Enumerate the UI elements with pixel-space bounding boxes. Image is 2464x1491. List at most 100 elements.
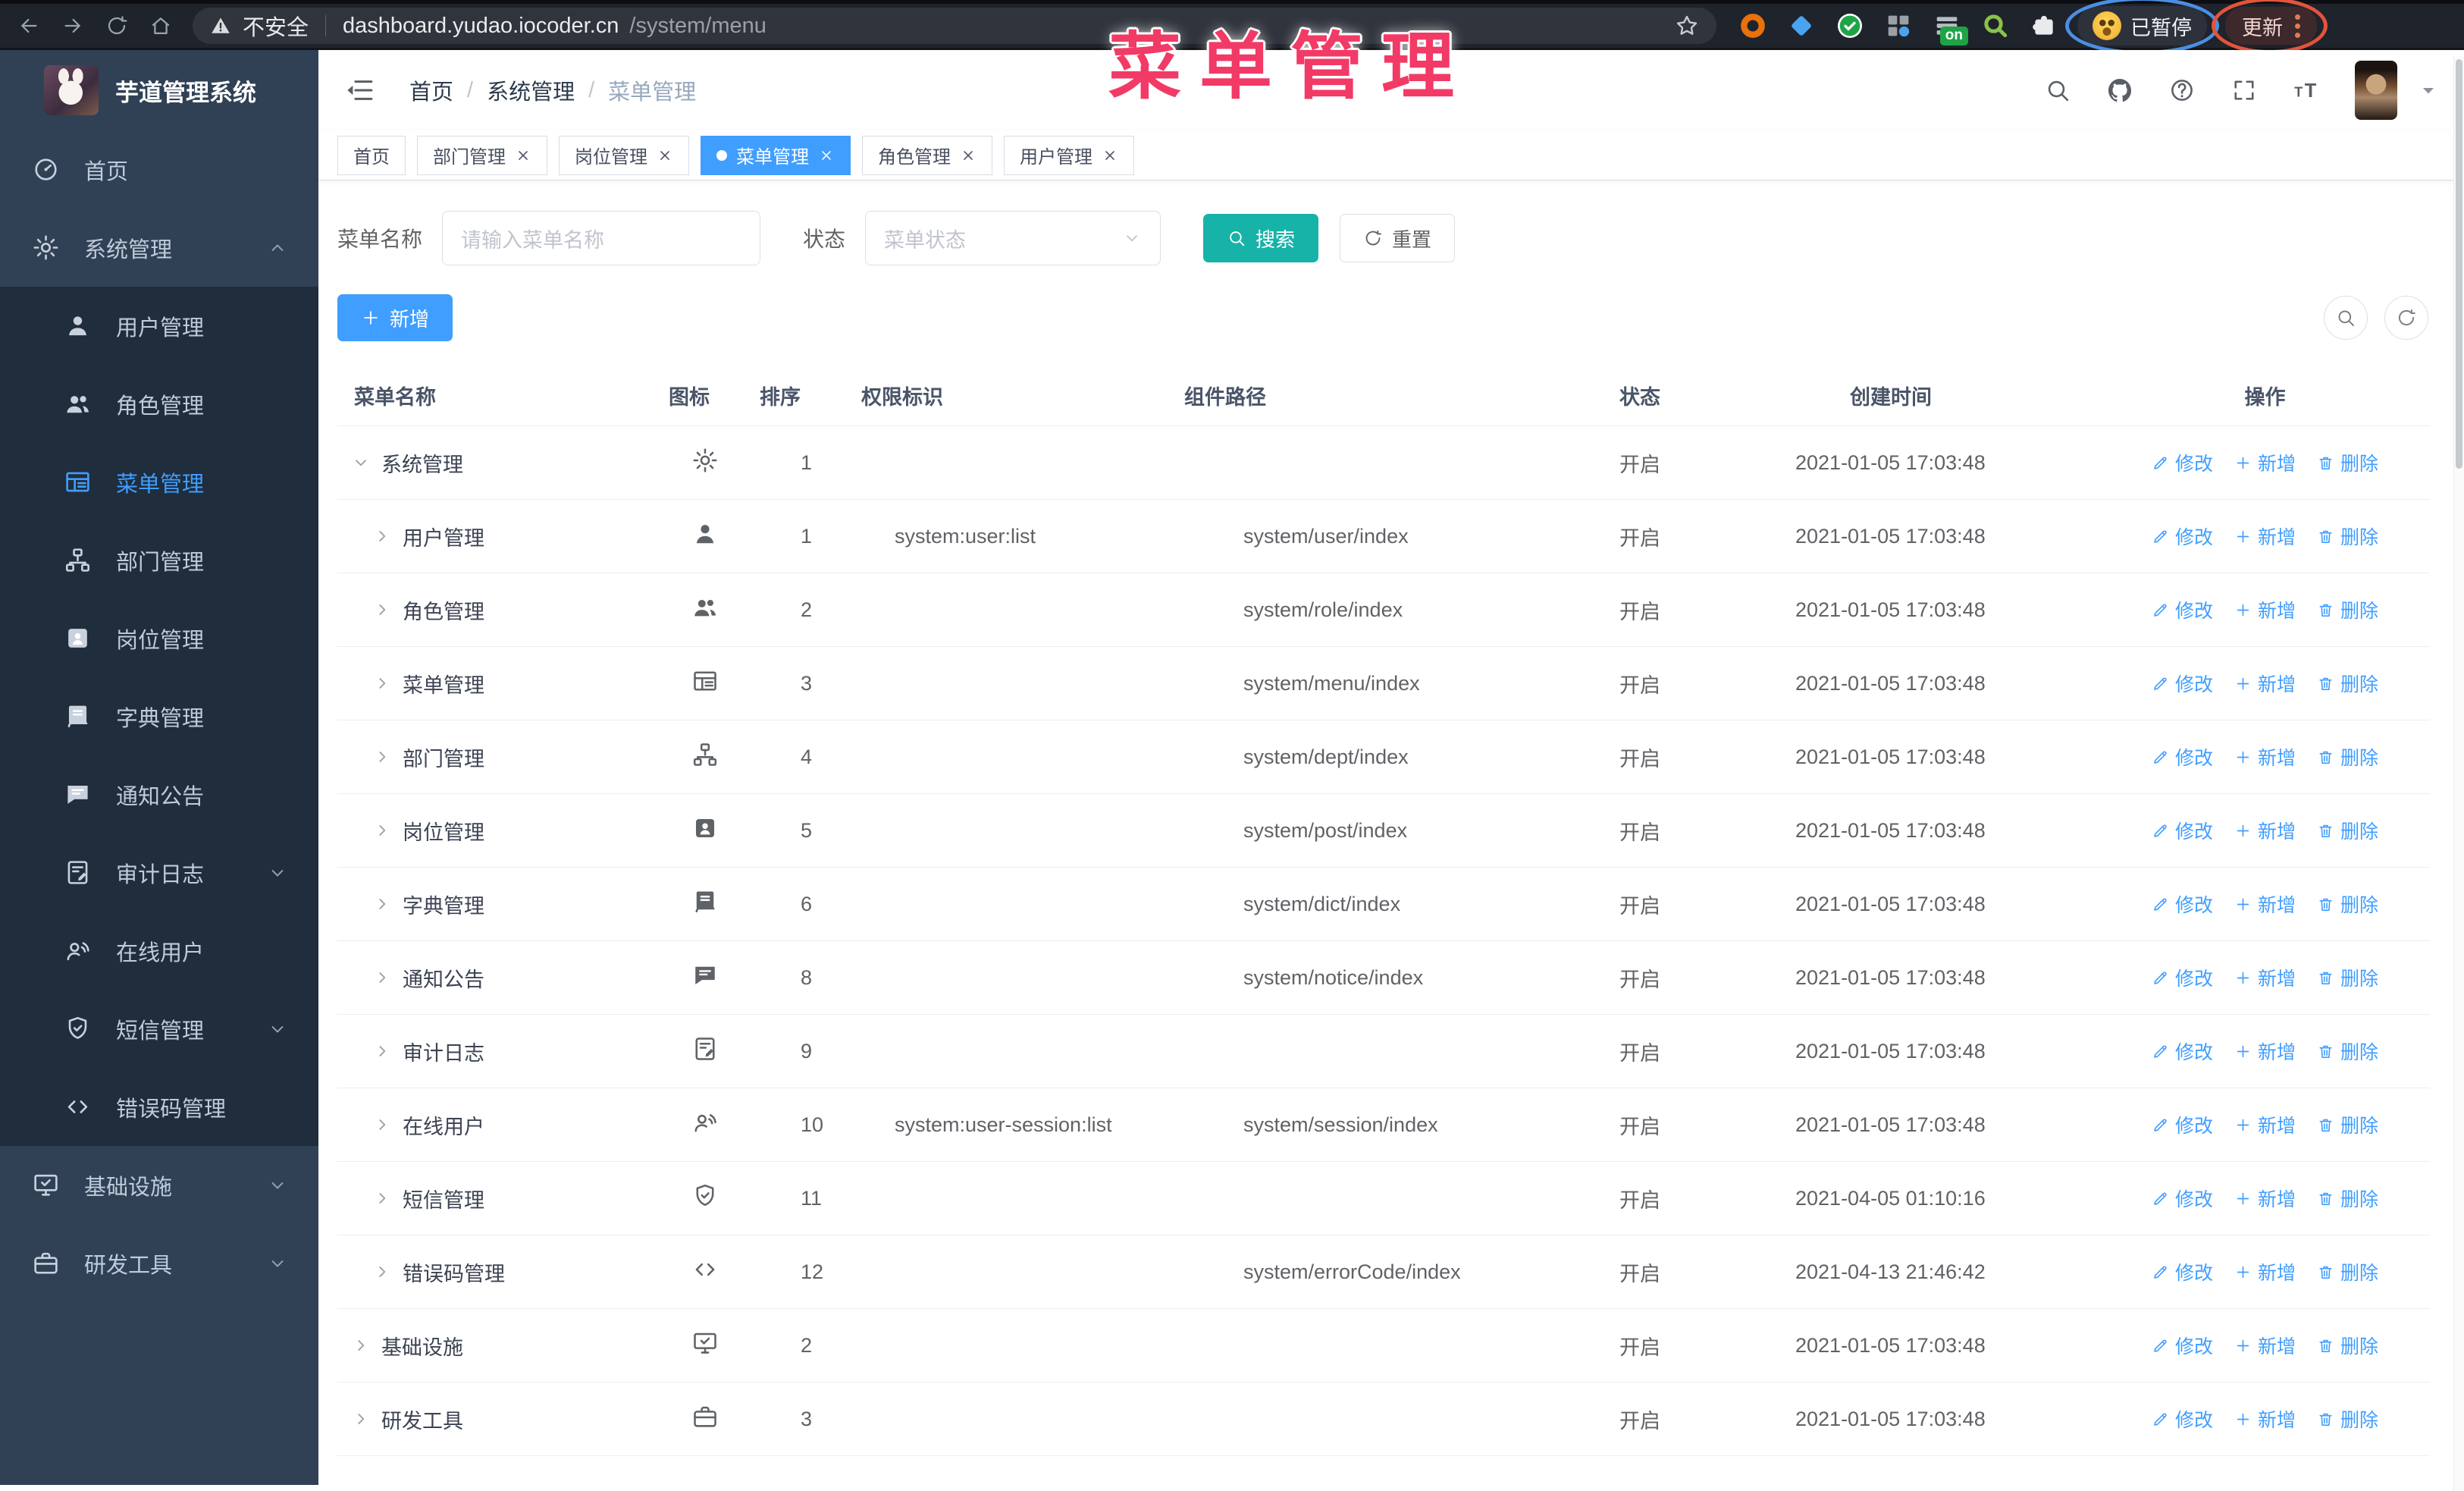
sidebar-item-角色管理[interactable]: 角色管理 xyxy=(0,365,318,443)
search-icon[interactable] xyxy=(2044,77,2071,104)
close-icon[interactable] xyxy=(515,147,531,164)
edit-link[interactable]: 修改 xyxy=(2152,1332,2213,1359)
add-link[interactable]: 新增 xyxy=(2234,743,2296,771)
kebab-menu-icon[interactable] xyxy=(2295,14,2300,38)
add-link[interactable]: 新增 xyxy=(2234,523,2296,550)
delete-link[interactable]: 删除 xyxy=(2317,1405,2378,1433)
add-link[interactable]: 新增 xyxy=(2234,449,2296,476)
hamburger-icon[interactable] xyxy=(344,74,376,106)
delete-link[interactable]: 删除 xyxy=(2317,449,2378,476)
chevron-right-icon[interactable] xyxy=(372,526,392,546)
edit-link[interactable]: 修改 xyxy=(2152,596,2213,623)
chevron-right-icon[interactable] xyxy=(372,1041,392,1061)
edit-link[interactable]: 修改 xyxy=(2152,964,2213,991)
chevron-right-icon[interactable] xyxy=(372,747,392,767)
delete-link[interactable]: 删除 xyxy=(2317,596,2378,623)
sidebar-item-用户管理[interactable]: 用户管理 xyxy=(0,287,318,365)
chevron-right-icon[interactable] xyxy=(372,1262,392,1282)
delete-link[interactable]: 删除 xyxy=(2317,1185,2378,1212)
delete-link[interactable]: 删除 xyxy=(2317,670,2378,697)
scrollbar-thumb[interactable] xyxy=(2456,59,2462,469)
avatar[interactable] xyxy=(2355,61,2397,120)
delete-link[interactable]: 删除 xyxy=(2317,1332,2378,1359)
github-icon[interactable] xyxy=(2106,77,2133,104)
extension-stack-icon[interactable]: on xyxy=(1932,11,1968,46)
sidebar-item-首页[interactable]: 首页 xyxy=(0,130,318,209)
add-link[interactable]: 新增 xyxy=(2234,1405,2296,1433)
forward-icon[interactable] xyxy=(56,9,89,42)
add-link[interactable]: 新增 xyxy=(2234,1185,2296,1212)
edit-link[interactable]: 修改 xyxy=(2152,890,2213,918)
add-link[interactable]: 新增 xyxy=(2234,670,2296,697)
add-link[interactable]: 新增 xyxy=(2234,596,2296,623)
edit-link[interactable]: 修改 xyxy=(2152,1405,2213,1433)
chevron-right-icon[interactable] xyxy=(351,1336,371,1355)
chevron-right-icon[interactable] xyxy=(372,1115,392,1135)
sidebar-item-字典管理[interactable]: 字典管理 xyxy=(0,677,318,755)
sidebar-item-审计日志[interactable]: 审计日志 xyxy=(0,833,318,912)
tab-菜单管理[interactable]: 菜单管理 xyxy=(701,135,851,175)
home-icon[interactable] xyxy=(144,9,177,42)
bookmark-star-icon[interactable] xyxy=(1674,13,1700,39)
chevron-right-icon[interactable] xyxy=(372,821,392,840)
delete-link[interactable]: 删除 xyxy=(2317,817,2378,844)
sidebar-item-部门管理[interactable]: 部门管理 xyxy=(0,521,318,599)
add-link[interactable]: 新增 xyxy=(2234,1332,2296,1359)
add-link[interactable]: 新增 xyxy=(2234,1258,2296,1285)
close-icon[interactable] xyxy=(960,147,977,164)
search-button[interactable]: 搜索 xyxy=(1203,214,1319,262)
tab-岗位管理[interactable]: 岗位管理 xyxy=(559,135,689,175)
breadcrumb-item[interactable]: 系统管理 xyxy=(487,74,575,106)
back-icon[interactable] xyxy=(12,9,45,42)
delete-link[interactable]: 删除 xyxy=(2317,890,2378,918)
delete-link[interactable]: 删除 xyxy=(2317,1037,2378,1065)
chevron-right-icon[interactable] xyxy=(372,673,392,693)
refresh-table-button[interactable] xyxy=(2384,296,2428,340)
toggle-search-button[interactable] xyxy=(2324,296,2368,340)
tab-首页[interactable]: 首页 xyxy=(337,135,406,175)
chevron-right-icon[interactable] xyxy=(351,1409,371,1429)
add-button[interactable]: 新增 xyxy=(337,294,453,341)
edit-link[interactable]: 修改 xyxy=(2152,1111,2213,1138)
reload-icon[interactable] xyxy=(100,9,133,42)
delete-link[interactable]: 删除 xyxy=(2317,743,2378,771)
sidebar-item-基础设施[interactable]: 基础设施 xyxy=(0,1146,318,1224)
delete-link[interactable]: 删除 xyxy=(2317,964,2378,991)
status-select[interactable]: 菜单状态 xyxy=(865,211,1161,265)
logo-row[interactable]: 芋道管理系统 xyxy=(0,50,318,130)
chevron-right-icon[interactable] xyxy=(372,894,392,914)
security-label[interactable]: 不安全 xyxy=(243,10,309,42)
edit-link[interactable]: 修改 xyxy=(2152,1037,2213,1065)
add-link[interactable]: 新增 xyxy=(2234,1111,2296,1138)
edit-link[interactable]: 修改 xyxy=(2152,449,2213,476)
chevron-right-icon[interactable] xyxy=(372,600,392,620)
extension-grid-icon[interactable] xyxy=(1883,11,1914,41)
edit-link[interactable]: 修改 xyxy=(2152,817,2213,844)
menu-name-input[interactable]: 请输入菜单名称 xyxy=(442,211,761,265)
extension-puzzle-icon[interactable] xyxy=(2029,11,2059,41)
help-icon[interactable] xyxy=(2168,77,2196,104)
font-size-icon[interactable]: TT xyxy=(2293,77,2320,104)
sidebar-item-错误码管理[interactable]: 错误码管理 xyxy=(0,1068,318,1146)
delete-link[interactable]: 删除 xyxy=(2317,1111,2378,1138)
extension-diamond-icon[interactable] xyxy=(1786,11,1817,41)
edit-link[interactable]: 修改 xyxy=(2152,1258,2213,1285)
add-link[interactable]: 新增 xyxy=(2234,964,2296,991)
breadcrumb-item[interactable]: 首页 xyxy=(409,74,453,106)
close-icon[interactable] xyxy=(1102,147,1118,164)
extension-magnifier-icon[interactable] xyxy=(1980,11,2011,41)
sidebar-item-短信管理[interactable]: 短信管理 xyxy=(0,990,318,1068)
delete-link[interactable]: 删除 xyxy=(2317,1258,2378,1285)
edit-link[interactable]: 修改 xyxy=(2152,670,2213,697)
tab-用户管理[interactable]: 用户管理 xyxy=(1004,135,1134,175)
sidebar-item-通知公告[interactable]: 通知公告 xyxy=(0,755,318,833)
sidebar-item-在线用户[interactable]: 在线用户 xyxy=(0,912,318,990)
edit-link[interactable]: 修改 xyxy=(2152,1185,2213,1212)
edit-link[interactable]: 修改 xyxy=(2152,523,2213,550)
chevron-right-icon[interactable] xyxy=(372,968,392,987)
edit-link[interactable]: 修改 xyxy=(2152,743,2213,771)
update-button[interactable]: 更新 xyxy=(2225,7,2317,45)
add-link[interactable]: 新增 xyxy=(2234,890,2296,918)
tab-部门管理[interactable]: 部门管理 xyxy=(417,135,547,175)
sidebar-item-研发工具[interactable]: 研发工具 xyxy=(0,1224,318,1302)
